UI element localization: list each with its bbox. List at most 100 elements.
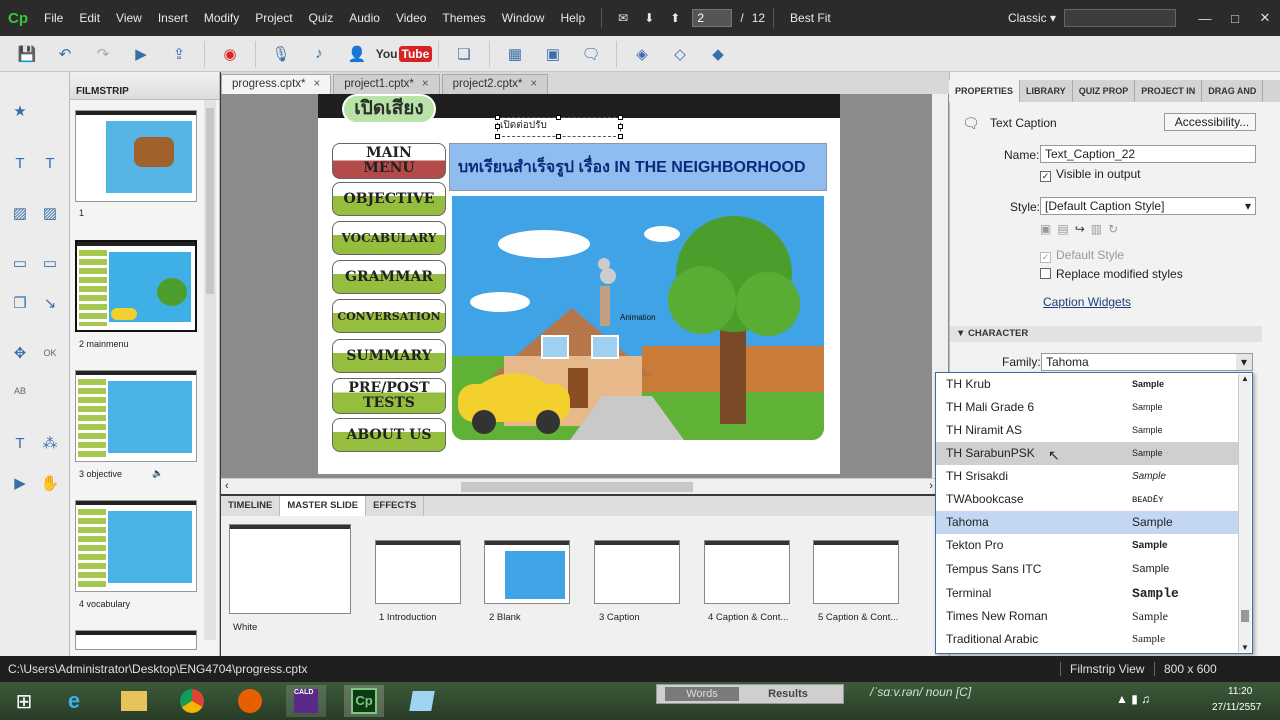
send-backward-icon[interactable]: ◇ [667,41,693,67]
caption-widgets-link[interactable]: Caption Widgets [1043,295,1131,309]
font-list-scroll-thumb[interactable] [1241,610,1249,622]
name-input[interactable]: Text_Caption_22 [1040,145,1256,163]
resize-handle[interactable] [556,115,561,120]
font-option[interactable]: TH Srisakdi Sample [936,465,1240,488]
default-style-checkbox[interactable]: ✓ Default Style [1040,248,1124,263]
selected-text-caption[interactable]: เปิดต่อปรับ [495,115,623,139]
save-style-icon[interactable]: ▤ [1057,222,1068,242]
arrow-up-icon[interactable]: ⬆ [662,11,688,25]
audio-note-icon[interactable]: ♪ [306,41,332,67]
bring-forward-icon[interactable]: ◈ [629,41,655,67]
new-style-icon[interactable]: ▣ [1040,222,1051,242]
minimize-icon[interactable]: — [1190,11,1220,26]
menu-modify[interactable]: Modify [196,11,247,25]
resize-handle[interactable] [618,134,623,139]
filmstrip-slide-3[interactable] [75,370,197,462]
redo-icon[interactable]: ↷ [90,41,116,67]
video-icon[interactable]: ▶ [8,472,32,494]
font-family-select[interactable]: Tahoma ▾ [1041,353,1253,371]
save-icon[interactable]: 💾 [14,41,40,67]
font-option[interactable]: Tekton Pro Sample [936,534,1240,557]
apply-style-icon[interactable]: ↪ [1075,222,1085,242]
menu-edit[interactable]: Edit [71,11,108,25]
master-slide-introduction[interactable] [375,540,461,604]
character-section-header[interactable]: ▼ CHARACTER [950,326,1262,342]
resize-handle[interactable] [618,115,623,120]
delete-style-icon[interactable]: ▥ [1091,222,1102,242]
conversation-button[interactable]: CONVERSATION [332,299,446,333]
interactions-icon[interactable]: ❏ [451,41,477,67]
font-option-selected[interactable]: Tahoma Sample [936,511,1240,534]
workspace-select[interactable]: Classic ▾ [1000,11,1064,25]
microphone-icon[interactable]: 🎙 [268,41,294,67]
filmstrip-slide-4[interactable] [75,500,197,592]
grammar-button[interactable]: GRAMMAR [332,260,446,294]
open-sound-button[interactable]: เปิดเสียง [342,94,436,124]
font-list-scrollbar[interactable]: ▲ ▼ [1238,374,1251,652]
menu-themes[interactable]: Themes [434,11,493,25]
notes-app-icon[interactable] [402,685,442,717]
stage-horizontal-scrollbar[interactable]: ‹ › [221,478,949,494]
main-menu-button[interactable]: MAIN MENU [332,143,446,179]
font-option-hovered[interactable]: TH SarabunPSK Sample ↖ [936,442,1240,465]
firefox-icon[interactable] [230,685,270,717]
button-icon[interactable]: OK [38,342,62,364]
undo-icon[interactable]: ↶ [52,41,78,67]
clock-time[interactable]: 11:20 [1228,686,1252,697]
image-slideshow-icon[interactable]: ▨ [38,202,62,224]
menu-audio[interactable]: Audio [341,11,388,25]
tab-progress[interactable]: progress.cptx* × [221,74,332,94]
objective-button[interactable]: OBJECTIVE [332,182,446,216]
accessibility-button[interactable]: Accessibility... [1164,113,1256,131]
captivate-taskbar-icon[interactable]: Cp [344,685,384,717]
resize-handle[interactable] [556,134,561,139]
horizontal-scroll-thumb[interactable] [461,482,693,492]
system-tray-icons[interactable]: ▲ ▮ ♫ [1116,692,1150,706]
tab-project2[interactable]: project2.cptx* × [441,74,549,94]
mail-icon[interactable]: ✉ [610,11,636,25]
font-option[interactable]: Times New Roman Sample [936,605,1240,628]
tab-library[interactable]: LIBRARY [1020,80,1073,102]
menu-help[interactable]: Help [552,11,593,25]
close-tab-icon[interactable]: × [422,78,429,90]
youtube-icon[interactable]: You Tube [376,41,433,67]
dictionary-app-icon[interactable]: CALD [286,685,326,717]
tab-properties[interactable]: PROPERTIES [949,80,1021,102]
resize-handle[interactable] [495,134,500,139]
master-slide-white[interactable] [229,524,351,614]
help-search-input[interactable] [1064,9,1176,27]
widget-icon[interactable]: ⁂ [38,432,62,454]
maximize-icon[interactable]: □ [1220,11,1250,26]
results-tab[interactable]: Results [751,687,825,701]
menu-video[interactable]: Video [388,11,434,25]
highlight-box-icon[interactable]: ▭ [8,252,32,274]
master-slide-blank[interactable] [484,540,570,604]
arrange-icon[interactable]: ◆ [705,41,731,67]
font-option[interactable]: Tempus Sans ITC Sample [936,558,1240,581]
menu-window[interactable]: Window [494,11,553,25]
font-option[interactable]: TWAbookcase ʙᴇᴀᴅ£ʏ [936,488,1240,511]
scroll-up-icon[interactable]: ▲ [1241,374,1249,383]
style-select[interactable]: [Default Caption Style] ▾ [1040,197,1256,215]
scroll-left-icon[interactable]: ‹ [225,480,229,492]
summary-button[interactable]: SUMMARY [332,339,446,373]
filmstrip-slide-5[interactable] [75,630,197,650]
scroll-right-icon[interactable]: › [929,480,933,492]
replace-styles-checkbox[interactable]: Replace modified styles [1040,267,1183,281]
caption-icon[interactable]: 🗨 [578,41,604,67]
mouse-path-icon[interactable]: ↘ [38,292,62,314]
slide-view-icon[interactable]: ▣ [540,41,566,67]
star-shape-icon[interactable]: ★ [8,100,32,122]
character-icon[interactable]: 👤 [344,41,370,67]
clock-date[interactable]: 27/11/2557 [1212,702,1261,713]
filmstrip-scrollbar[interactable] [204,100,216,640]
slide-title[interactable]: บทเรียนสำเร็จรูป เรื่อง IN THE NEIGHBORH… [449,143,827,191]
resize-handle[interactable] [495,115,500,120]
reset-style-icon[interactable]: ↻ [1108,222,1118,242]
tab-project1[interactable]: project1.cptx* × [333,74,440,94]
tab-project-info[interactable]: PROJECT IN [1135,80,1203,102]
text-entry-icon[interactable]: T [38,152,62,174]
visible-output-checkbox[interactable]: ✓ Visible in output [1040,167,1141,182]
menu-quiz[interactable]: Quiz [301,11,342,25]
close-icon[interactable]: ✕ [1250,10,1280,26]
